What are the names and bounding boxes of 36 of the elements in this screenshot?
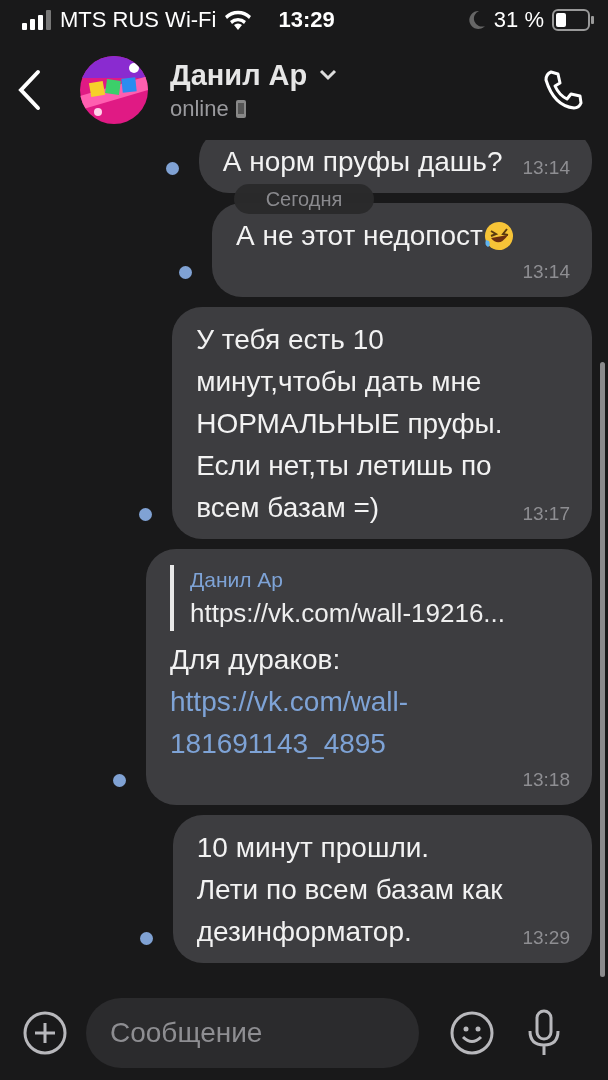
message-text: 10 минут прошли. Лети по всем базам как дезинформатор. <box>196 831 503 949</box>
quote-author[interactable]: Данил Ар <box>190 565 506 595</box>
microphone-button[interactable] <box>527 1008 561 1057</box>
message-text: А не этот недопост <box>236 219 483 253</box>
message-time: 13:14 <box>522 156 570 180</box>
contact-name[interactable]: Данил Ар <box>170 58 308 92</box>
back-button[interactable] <box>16 69 42 111</box>
laughing-emoji-icon <box>482 220 515 252</box>
message-time: 13:29 <box>522 926 570 950</box>
battery-percent: 31 % <box>493 7 544 33</box>
message-input[interactable]: Сообщение <box>86 997 419 1068</box>
phone-device-icon <box>234 98 247 119</box>
emoji-button[interactable] <box>449 1009 495 1056</box>
wifi-icon <box>224 10 253 30</box>
carrier-name: MTS RUS Wi-Fi <box>60 7 217 33</box>
online-status: online <box>170 95 229 122</box>
message-time: 13:17 <box>522 502 570 526</box>
message-text: Для дураков: <box>170 644 341 675</box>
quote-text: https://vk.com/wall-19216... <box>190 597 506 630</box>
scrollbar[interactable] <box>600 362 605 977</box>
message-text: А норм пруфы дашь? <box>222 145 503 179</box>
date-divider: Сегодня <box>234 184 374 214</box>
signal-icon <box>22 10 52 30</box>
message-bubble[interactable]: 10 минут прошли. Лети по всем базам как дезинформатор. 13:29 <box>172 815 592 963</box>
add-button[interactable] <box>22 1009 68 1056</box>
message-bubble[interactable]: Данил Ар https://vk.com/wall-19216... Для дураков: https://vk.com/wall-181691143_4895 13:18 <box>146 549 592 805</box>
clock: 13:29 <box>278 7 335 33</box>
moon-icon <box>467 10 486 30</box>
message-time: 13:14 <box>522 260 570 284</box>
message-bubble[interactable]: У тебя есть 10 минут,чтобы дать мне НОРМАЛЬНЫЕ пруфы. Если нет,ты летишь по всем базам =) 13:17 <box>172 307 592 539</box>
chevron-down-icon[interactable] <box>319 69 338 81</box>
message-bubble[interactable]: А норм пруфы дашь? 13:14 <box>198 140 592 193</box>
message-link[interactable]: https://vk.com/wall-181691143_4895 <box>170 681 490 765</box>
message-text: У тебя есть 10 минут,чтобы дать мне НОРМАЛЬНЫЕ пруфы. Если нет,ты летишь по всем базам =) <box>196 323 503 525</box>
battery-icon <box>552 9 594 31</box>
message-time: 13:18 <box>522 768 570 792</box>
